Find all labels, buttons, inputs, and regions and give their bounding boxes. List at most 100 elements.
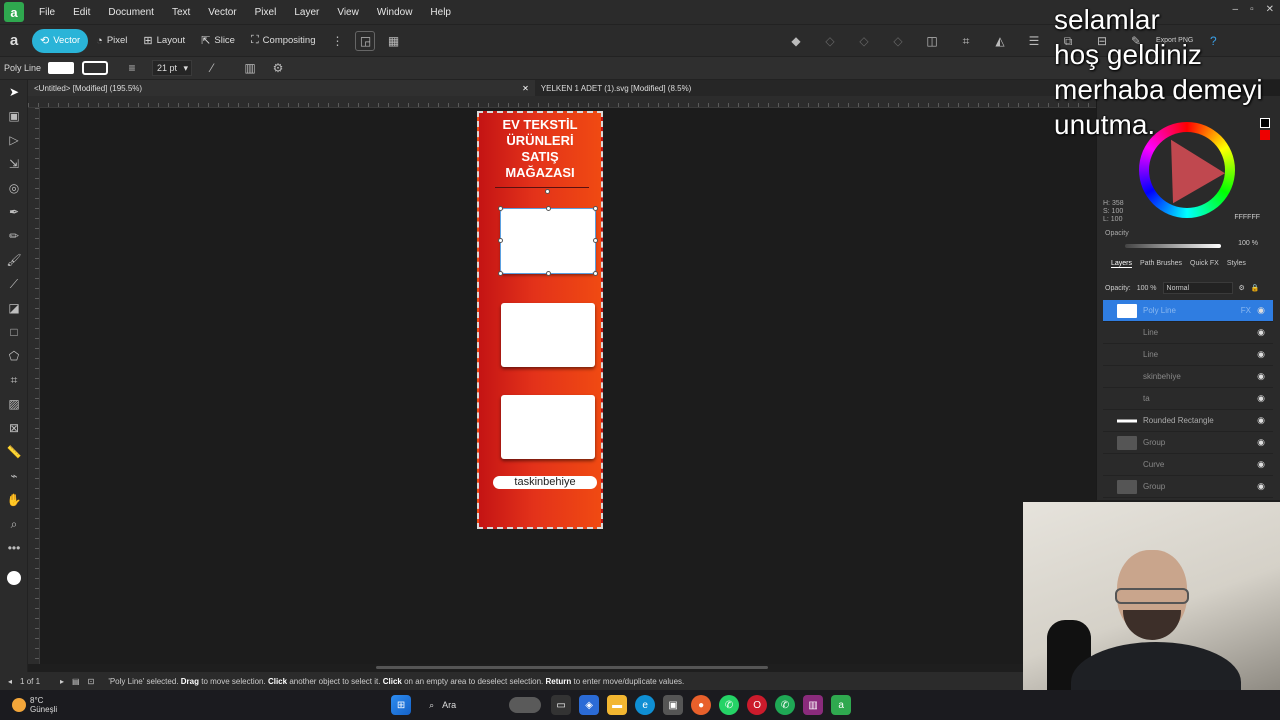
crop-tool-icon[interactable]: ⌗: [0, 368, 28, 392]
winrar-icon[interactable]: ▥: [803, 695, 824, 715]
grid-icon[interactable]: ▦: [383, 31, 403, 51]
prev-page-icon[interactable]: ◂: [8, 677, 12, 686]
rounded-rectangle-1[interactable]: [498, 206, 598, 276]
node-tool-icon[interactable]: ▷: [0, 128, 28, 152]
insert-icon[interactable]: ◆: [786, 31, 806, 51]
menu-help[interactable]: Help: [421, 7, 460, 18]
affinity-a-icon[interactable]: a: [4, 31, 24, 51]
selection-handle[interactable]: [593, 271, 598, 276]
transparency-tool-icon[interactable]: ◪: [0, 296, 28, 320]
lock-icon[interactable]: 🔒: [1251, 284, 1260, 292]
windows-start-icon[interactable]: ⊞: [391, 695, 412, 715]
layer-row[interactable]: Line ◉: [1103, 344, 1273, 366]
selection-handle[interactable]: [546, 271, 551, 276]
selection-handle[interactable]: [593, 206, 598, 211]
rounded-rectangle-3[interactable]: [501, 395, 595, 459]
artboard-name-label[interactable]: taskinbehiye: [493, 476, 597, 489]
visibility-eye-icon[interactable]: ◉: [1257, 481, 1265, 492]
contour-tool-icon[interactable]: ◎: [0, 176, 28, 200]
menu-view[interactable]: View: [328, 7, 368, 18]
tab-untitled[interactable]: <Untitled> [Modified] (195.5%) ✕: [28, 80, 535, 96]
menu-edit[interactable]: Edit: [64, 7, 99, 18]
menu-window[interactable]: Window: [368, 7, 422, 18]
rectangle-tool-icon[interactable]: □: [0, 320, 28, 344]
file-explorer-icon[interactable]: ▬: [607, 695, 628, 715]
persona-vector[interactable]: ⟲ Vector: [32, 28, 89, 53]
pencil-tool-icon[interactable]: ✏: [0, 224, 28, 248]
whatsapp-business-icon[interactable]: ✆: [775, 695, 796, 715]
persona-slice[interactable]: ⇱ Slice: [193, 29, 243, 53]
horizontal-scrollbar[interactable]: [376, 666, 768, 669]
fill-tool-icon[interactable]: ⟋: [0, 272, 28, 296]
vertical-ruler[interactable]: [28, 108, 40, 664]
snapping-grid-icon[interactable]: ▥: [240, 58, 260, 78]
visibility-eye-icon[interactable]: ◉: [1257, 459, 1265, 470]
taskbar-search[interactable]: ⌕ Ara: [421, 694, 542, 716]
pressure-icon[interactable]: ⁄: [202, 58, 222, 78]
place-image-icon[interactable]: ▨: [0, 392, 28, 416]
selection-handle[interactable]: [498, 271, 503, 276]
opacity-slider[interactable]: [1125, 244, 1221, 248]
hand-tool-icon[interactable]: ✋: [0, 488, 28, 512]
next-page-icon[interactable]: ▸: [60, 677, 64, 686]
boolean-add-icon[interactable]: ◇: [820, 31, 840, 51]
align-icon[interactable]: ☰: [1024, 31, 1044, 51]
point-transform-icon[interactable]: ⇲: [0, 152, 28, 176]
layer-row[interactable]: Group ◉: [1103, 432, 1273, 454]
persona-pixel[interactable]: ◔ Pixel: [88, 29, 135, 53]
shape-tool-icon[interactable]: ⬠: [0, 344, 28, 368]
menu-file[interactable]: File: [30, 7, 64, 18]
artboard[interactable]: EV TEKSTİL ÜRÜNLERİ SATIŞ MAĞAZASI taski…: [477, 111, 603, 529]
frame-text-icon[interactable]: ⊠: [0, 416, 28, 440]
zoom-tool-icon[interactable]: ⌕: [0, 512, 28, 536]
stroke-swatch[interactable]: [82, 61, 108, 75]
menu-vector[interactable]: Vector: [199, 7, 245, 18]
menu-text[interactable]: Text: [163, 7, 199, 18]
more-tools-icon[interactable]: •••: [0, 536, 28, 560]
visibility-eye-icon[interactable]: ◉: [1257, 305, 1265, 316]
menu-layer[interactable]: Layer: [285, 7, 328, 18]
transform-icon[interactable]: ◲: [355, 30, 376, 51]
affinity-designer-taskbar-icon[interactable]: a: [831, 695, 852, 715]
close-tab-icon[interactable]: ✕: [522, 84, 529, 93]
fx-icon[interactable]: FX: [1241, 306, 1251, 315]
pen-tool-icon[interactable]: ✒: [0, 200, 28, 224]
fill-swatch[interactable]: [48, 62, 74, 74]
affinity-designer-logo-icon[interactable]: a: [4, 2, 24, 22]
visibility-eye-icon[interactable]: ◉: [1257, 393, 1265, 404]
ruler-tool-icon[interactable]: 📏: [0, 440, 28, 464]
boolean-intersect-icon[interactable]: ◇: [888, 31, 908, 51]
tab-yelken[interactable]: YELKEN 1 ADET (1).svg [Modified] (8.5%): [535, 80, 698, 96]
title-divider-line[interactable]: [495, 187, 589, 188]
rounded-rectangle-2[interactable]: [501, 303, 595, 367]
tab-path-brushes[interactable]: Path Brushes: [1140, 260, 1182, 268]
vector-brush-icon[interactable]: 🖌: [0, 248, 28, 272]
persona-layout[interactable]: ⊞ Layout: [135, 29, 193, 53]
tab-quick-fx[interactable]: Quick FX: [1190, 260, 1219, 268]
layer-row[interactable]: skinbehiye ◉: [1103, 366, 1273, 388]
task-view-icon[interactable]: ▭: [551, 695, 572, 715]
selection-handle[interactable]: [545, 189, 550, 194]
selection-handle[interactable]: [498, 238, 503, 243]
layer-row[interactable]: Rounded Rectangle ◉: [1103, 410, 1273, 432]
tab-layers[interactable]: Layers: [1111, 260, 1133, 268]
firefox-icon[interactable]: ●: [691, 695, 712, 715]
layer-row[interactable]: Poly Line FX ◉: [1103, 300, 1273, 322]
visibility-eye-icon[interactable]: ◉: [1257, 371, 1265, 382]
menu-pixel[interactable]: Pixel: [246, 7, 286, 18]
blend-mode-select[interactable]: Normal: [1162, 282, 1233, 294]
eyedropper-icon[interactable]: ⌁: [0, 464, 28, 488]
visibility-eye-icon[interactable]: ◉: [1257, 437, 1265, 448]
stroke-options-icon[interactable]: ≡: [122, 58, 142, 78]
more-icon[interactable]: ⋮: [327, 31, 347, 51]
layer-row[interactable]: Line ◉: [1103, 322, 1273, 344]
selection-handle[interactable]: [498, 206, 503, 211]
move-tool-icon[interactable]: ➤: [0, 80, 28, 104]
layer-row[interactable]: ta ◉: [1103, 388, 1273, 410]
artboard-tool-icon[interactable]: ▣: [0, 104, 28, 128]
flip-icon[interactable]: ◭: [990, 31, 1010, 51]
pages-icon[interactable]: ▤: [72, 677, 80, 686]
pages-panel-icon[interactable]: ⊡: [88, 677, 95, 686]
boolean-subtract-icon[interactable]: ◇: [854, 31, 874, 51]
hex-value[interactable]: FFFFFF: [1234, 214, 1260, 221]
